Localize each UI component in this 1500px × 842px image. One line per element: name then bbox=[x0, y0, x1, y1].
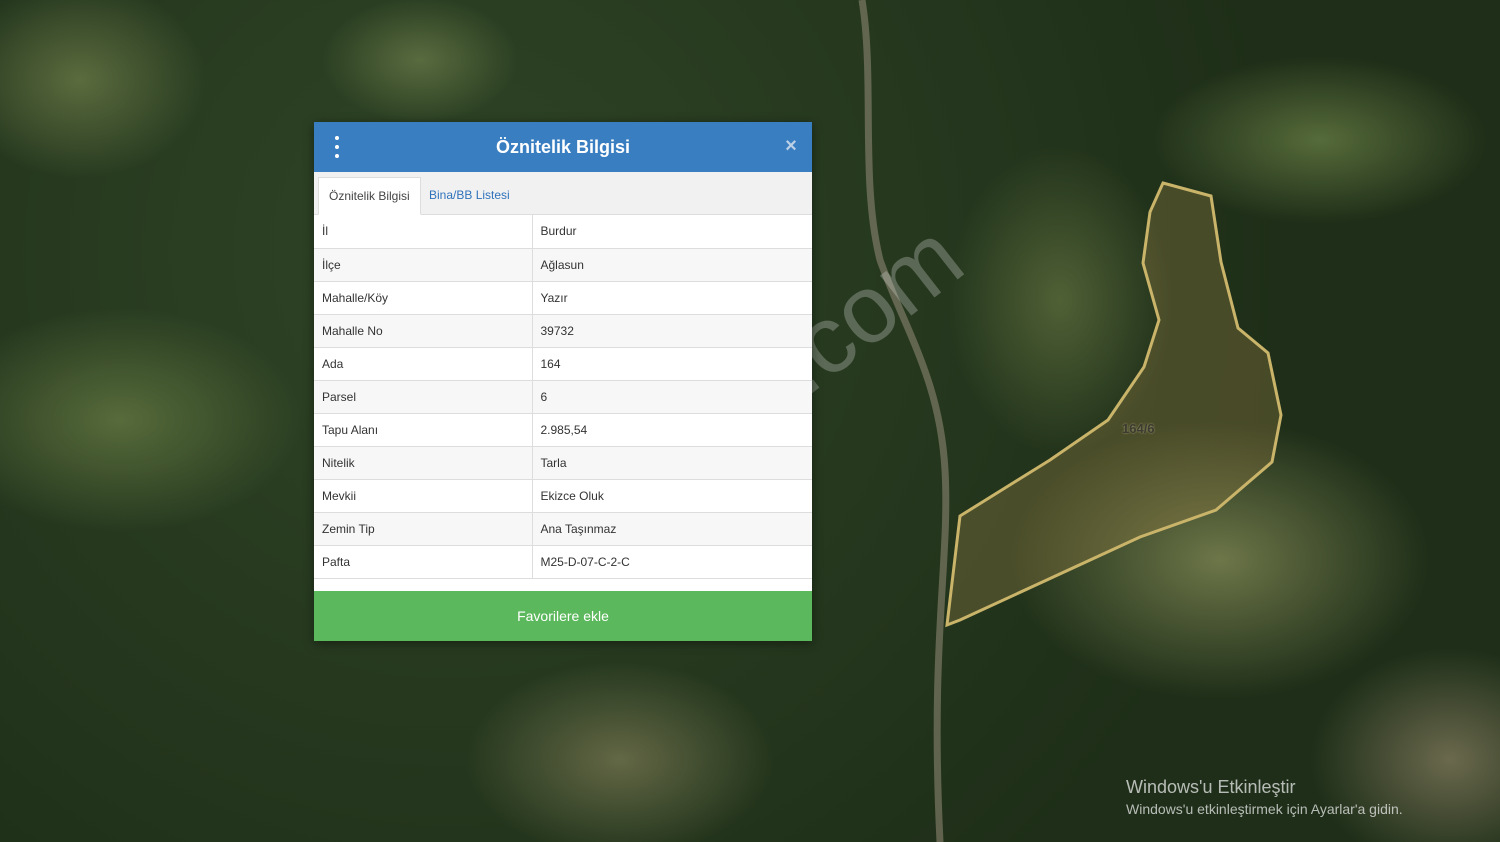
parcel-boundary bbox=[945, 181, 1283, 628]
table-row: Tapu Alanı 2.985,54 bbox=[314, 413, 812, 447]
table-row: Zemin Tip Ana Taşınmaz bbox=[314, 512, 812, 546]
add-to-favorites-button[interactable]: Favorilere ekle bbox=[314, 591, 812, 641]
attr-key: Mahalle/Köy bbox=[314, 281, 533, 315]
tab-building-list[interactable]: Bina/BB Listesi bbox=[419, 177, 520, 213]
dialog-title: Öznitelik Bilgisi bbox=[495, 136, 631, 157]
tab-attribute-info[interactable]: Öznitelik Bilgisi bbox=[318, 177, 421, 215]
attributes-table: İl Burdur İlçe Ağlasun Mahalle/Köy Yazır Ma… bbox=[314, 215, 812, 579]
attr-value: Ağlasun bbox=[532, 248, 812, 282]
table-row: Mahalle/Köy Yazır bbox=[314, 281, 812, 315]
attr-key: Ada bbox=[314, 347, 533, 381]
table-row: Nitelik Tarla bbox=[314, 446, 812, 480]
attr-key: Mahalle No bbox=[314, 314, 533, 348]
attr-value: Tarla bbox=[532, 446, 812, 480]
attr-key: Nitelik bbox=[314, 446, 533, 480]
attribute-info-dialog: Öznitelik Bilgisi × Öznitelik Bilgisi Bi… bbox=[314, 122, 812, 641]
attr-key: Pafta bbox=[314, 545, 533, 579]
table-row: Mevkii Ekizce Oluk bbox=[314, 479, 812, 513]
attr-key: İl bbox=[314, 215, 533, 249]
table-row: Parsel 6 bbox=[314, 380, 812, 414]
table-row: Ada 164 bbox=[314, 347, 812, 381]
attr-key: Mevkii bbox=[314, 479, 533, 513]
table-row: İl Burdur bbox=[314, 215, 812, 249]
attr-value: 2.985,54 bbox=[532, 413, 812, 447]
attr-key: Tapu Alanı bbox=[314, 413, 533, 447]
attr-value: Ana Taşınmaz bbox=[532, 512, 812, 546]
more-vertical-icon[interactable] bbox=[330, 136, 344, 158]
table-row: Pafta M25-D-07-C-2-C bbox=[314, 545, 812, 579]
attr-key: İlçe bbox=[314, 248, 533, 282]
attr-value: 6 bbox=[532, 380, 812, 414]
table-row: Mahalle No 39732 bbox=[314, 314, 812, 348]
dialog-tabs: Öznitelik Bilgisi Bina/BB Listesi bbox=[314, 172, 812, 215]
attr-value: Ekizce Oluk bbox=[532, 479, 812, 513]
close-icon[interactable]: × bbox=[782, 134, 800, 158]
activation-title: Windows'u Etkinleştir bbox=[1126, 777, 1296, 797]
attr-value: 39732 bbox=[532, 314, 812, 348]
activation-subtitle: Windows'u etkinleştirmek için Ayarlar'a … bbox=[1126, 801, 1403, 817]
attr-key: Zemin Tip bbox=[314, 512, 533, 546]
windows-activation-notice: Windows'u Etkinleştir Windows'u etkinleş… bbox=[1126, 777, 1403, 817]
road-line bbox=[858, 0, 950, 842]
attr-value: Burdur bbox=[532, 215, 812, 249]
parcel-label: 164/6 bbox=[1122, 421, 1155, 436]
dialog-header: Öznitelik Bilgisi × bbox=[314, 122, 812, 172]
attr-key: Parsel bbox=[314, 380, 533, 414]
attr-value: M25-D-07-C-2-C bbox=[532, 545, 812, 579]
attr-value: Yazır bbox=[532, 281, 812, 315]
attr-value: 164 bbox=[532, 347, 812, 381]
table-row: İlçe Ağlasun bbox=[314, 248, 812, 282]
